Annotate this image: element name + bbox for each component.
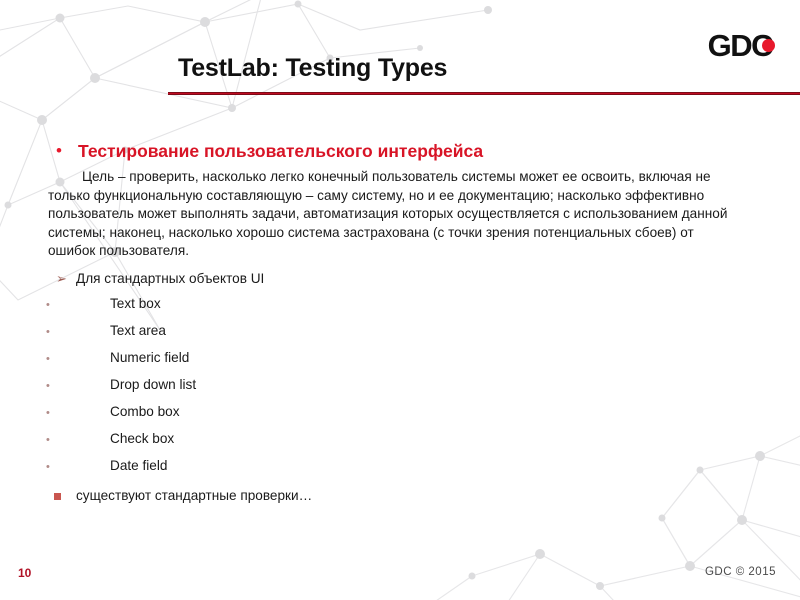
dot-bullet-icon: • [46, 460, 50, 473]
dot-bullet-icon: • [46, 433, 50, 446]
list-item: • Combo box [0, 403, 800, 422]
dot-bullet-icon: • [46, 379, 50, 392]
list-item-label: Check box [110, 430, 175, 446]
page-title: TestLab: Testing Types [178, 54, 448, 82]
slide-number: 10 [18, 566, 32, 580]
gdc-logo: GDC [708, 28, 775, 62]
section-heading-row: • Тестирование пользовательского интерфе… [0, 140, 800, 162]
section-heading: Тестирование пользовательского интерфейс… [78, 141, 484, 161]
arrow-bullet-icon: ➢ [56, 270, 67, 286]
subsection-row: ➢ Для стандартных объектов UI [0, 270, 800, 287]
slide-header: TestLab: Testing Types GDC [0, 0, 800, 100]
list-item-label: Combo box [110, 403, 180, 419]
list-item-label: Drop down list [110, 376, 197, 392]
square-bullet-icon [54, 487, 76, 504]
list-item-label: Text box [110, 295, 161, 311]
subsection-label: Для стандартных объектов UI [76, 270, 265, 286]
section-paragraph: Цель – проверить, насколько легко конечн… [48, 169, 728, 259]
list-item: • Date field [0, 457, 800, 476]
closing-note-row: существуют стандартные проверки… [0, 487, 800, 504]
list-item: • Text box [0, 295, 800, 314]
title-divider-rule [168, 92, 800, 95]
slide-content: • Тестирование пользовательского интерфе… [0, 140, 800, 504]
list-item: • Numeric field [0, 349, 800, 368]
dot-bullet-icon: • [46, 406, 50, 419]
list-item: • Drop down list [0, 376, 800, 395]
dot-bullet-icon: • [46, 325, 50, 338]
list-item: • Text area [0, 322, 800, 341]
list-item-label: Numeric field [110, 349, 190, 365]
dot-bullet-icon: • [46, 298, 50, 311]
copyright-notice: GDC © 2015 [704, 566, 776, 578]
slide: TestLab: Testing Types GDC • Тестировани… [0, 0, 800, 600]
dot-bullet-icon: • [46, 352, 50, 365]
round-bullet-icon: • [56, 141, 62, 160]
closing-note-label: существуют стандартные проверки… [76, 487, 313, 503]
list-item: • Check box [0, 430, 800, 449]
red-dot-icon [762, 39, 775, 52]
list-item-label: Text area [110, 322, 166, 338]
list-item-label: Date field [110, 457, 168, 473]
